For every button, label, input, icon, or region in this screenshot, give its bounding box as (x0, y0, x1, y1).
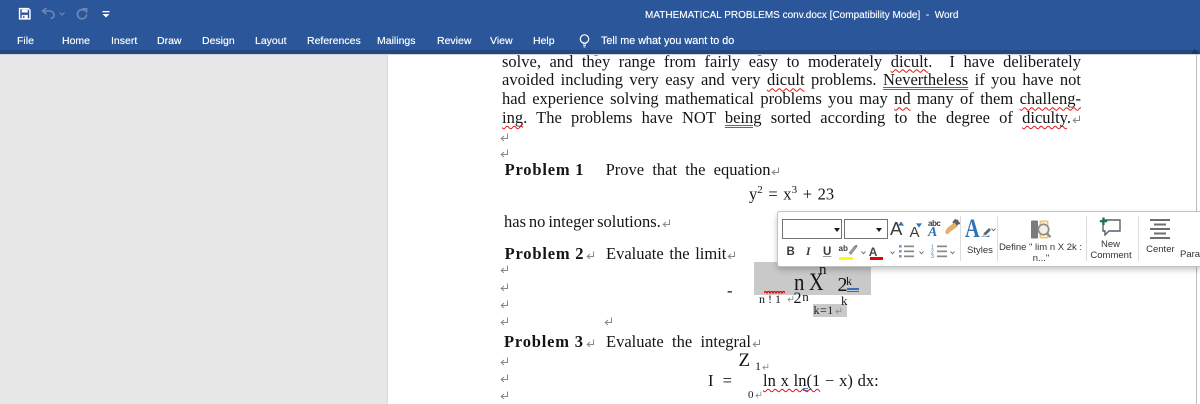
svg-text:3: 3 (931, 254, 934, 258)
